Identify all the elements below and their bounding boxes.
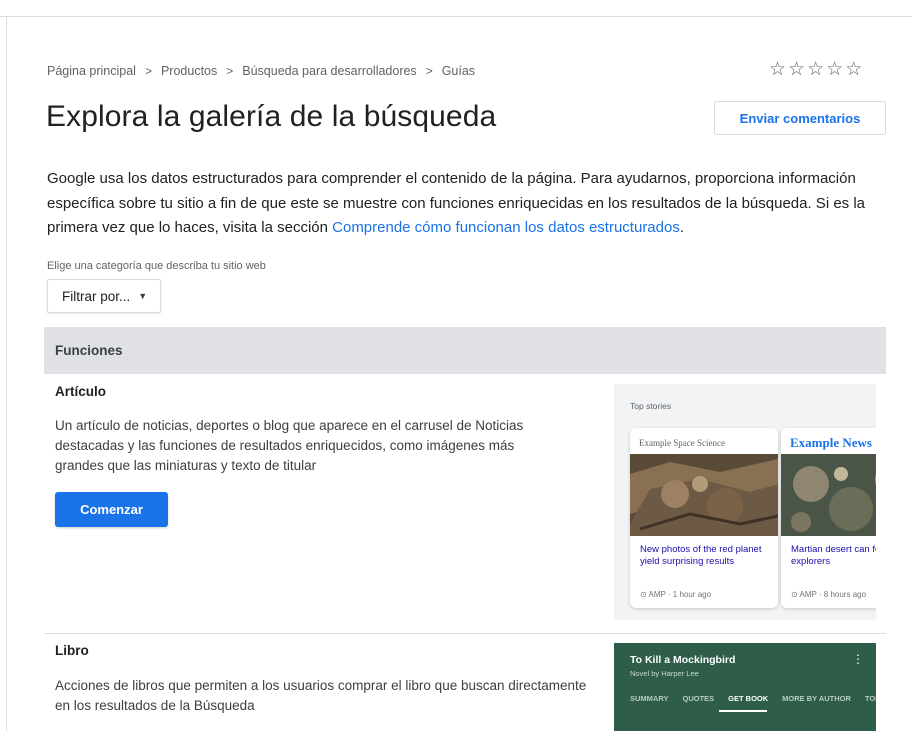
story-meta: ⊙ AMP · 1 hour ago bbox=[640, 590, 712, 599]
breadcrumb-separator: > bbox=[425, 64, 433, 78]
article-preview-image: Top stories Example Space Science New ph… bbox=[614, 384, 876, 620]
book-tabs: SUMMARY QUOTES GET BOOK MORE BY AUTHOR T… bbox=[630, 694, 876, 703]
breadcrumb-separator: > bbox=[144, 64, 152, 78]
card-divider bbox=[44, 633, 886, 634]
story-meta: ⊙ AMP · 8 hours ago bbox=[791, 590, 867, 599]
star-icon[interactable]: ☆ bbox=[807, 60, 824, 79]
book-preview-image: To Kill a Mockingbird Novel by Harper Le… bbox=[614, 643, 876, 731]
active-tab-indicator bbox=[719, 710, 767, 712]
book-subtitle: Novel by Harper Lee bbox=[630, 669, 699, 678]
star-icon[interactable]: ☆ bbox=[769, 60, 786, 79]
breadcrumb-item-guides[interactable]: Guías bbox=[442, 64, 475, 78]
story-card: Example News Martian desert can food for… bbox=[781, 428, 876, 608]
book-tab: QUOTES bbox=[682, 694, 715, 703]
breadcrumb-item-search-developers[interactable]: Búsqueda para desarrolladores bbox=[242, 64, 416, 78]
book-tab: SUMMARY bbox=[630, 694, 669, 703]
section-header-features: Funciones bbox=[44, 327, 886, 374]
star-rating: ☆ ☆ ☆ ☆ ☆ bbox=[769, 60, 862, 79]
breadcrumb-separator: > bbox=[226, 64, 234, 78]
left-border bbox=[6, 16, 7, 731]
breadcrumb-item-home[interactable]: Página principal bbox=[47, 64, 136, 78]
card-description-article: Un artículo de noticias, deportes o blog… bbox=[55, 418, 524, 473]
star-icon[interactable]: ☆ bbox=[788, 60, 805, 79]
mars-rock-image bbox=[630, 454, 778, 536]
card-title-article: Artículo bbox=[55, 384, 107, 399]
send-feedback-button[interactable]: Enviar comentarios bbox=[714, 101, 886, 135]
intro-end: . bbox=[679, 219, 685, 236]
page-title: Explora la galería de la búsqueda bbox=[46, 100, 497, 133]
chevron-down-icon: ▼ bbox=[138, 291, 148, 301]
card-description-book: Acciones de libros que permiten a los us… bbox=[55, 678, 587, 713]
breadcrumb: Página principal > Productos > Búsqueda … bbox=[47, 64, 475, 78]
filter-label: Elige una categoría que describa tu siti… bbox=[47, 260, 266, 272]
star-icon[interactable]: ☆ bbox=[845, 60, 862, 79]
book-tab: MORE BY AUTHOR bbox=[782, 694, 851, 703]
book-tab-active: GET BOOK bbox=[728, 694, 769, 703]
filter-dropdown[interactable]: Filtrar por... ▼ bbox=[47, 279, 161, 313]
start-button[interactable]: Comenzar bbox=[55, 492, 168, 527]
mars-rock-image bbox=[781, 454, 876, 536]
top-stories-label: Top stories bbox=[630, 401, 672, 411]
top-border bbox=[0, 16, 912, 17]
book-tab: TOP bbox=[864, 694, 876, 703]
book-title: To Kill a Mockingbird bbox=[630, 654, 736, 666]
card-title-book: Libro bbox=[55, 643, 89, 658]
filter-dropdown-label: Filtrar por... bbox=[62, 288, 131, 304]
intro-paragraph: Google usa los datos estructurados para … bbox=[47, 167, 877, 241]
story-headline: Martian desert can food for explorers bbox=[791, 544, 876, 567]
more-vert-icon: ⋮ bbox=[852, 652, 864, 666]
story-publisher: Example Space Science bbox=[639, 438, 725, 448]
breadcrumb-item-products[interactable]: Productos bbox=[161, 64, 217, 78]
story-headline: New photos of the red planet yield surpr… bbox=[640, 544, 762, 567]
story-publisher: Example News bbox=[790, 435, 872, 450]
structured-data-link[interactable]: Comprende cómo funcionan los datos estru… bbox=[332, 219, 680, 236]
story-card: Example Space Science New photos of the … bbox=[630, 428, 778, 608]
star-icon[interactable]: ☆ bbox=[826, 60, 843, 79]
